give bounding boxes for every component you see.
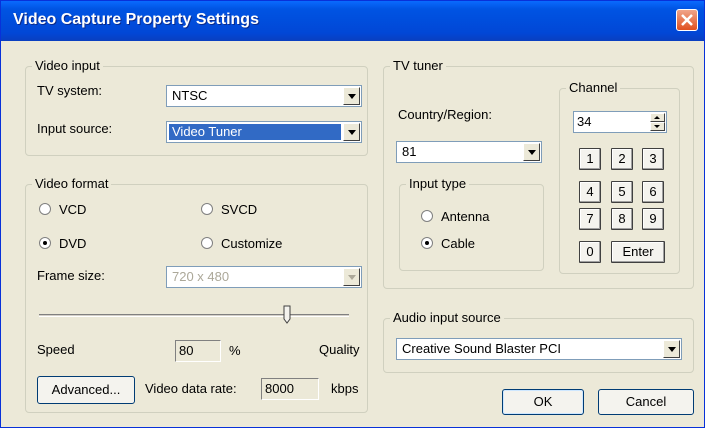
key-4[interactable]: 4 [579, 181, 601, 203]
audio-input-value: Creative Sound Blaster PCI [402, 341, 561, 356]
audio-input-select[interactable]: Creative Sound Blaster PCI [396, 338, 682, 360]
frame-size-label: Frame size: [37, 268, 105, 283]
radio-button[interactable] [39, 237, 51, 249]
key-8[interactable]: 8 [611, 208, 633, 230]
channel-legend: Channel [566, 80, 621, 96]
chevron-down-icon[interactable] [663, 340, 680, 358]
key-0[interactable]: 0 [579, 241, 601, 263]
input-type-group: Input type [399, 176, 544, 271]
quality-slider-track[interactable] [39, 314, 349, 317]
quality-value-field: 80 [175, 340, 221, 362]
key-3[interactable]: 3 [642, 148, 664, 170]
key-6[interactable]: 6 [642, 181, 664, 203]
video-data-rate-label: Video data rate: [145, 381, 237, 396]
chevron-down-icon[interactable] [343, 123, 360, 141]
chevron-down-icon[interactable] [343, 268, 360, 286]
chevron-down-icon[interactable] [523, 143, 540, 161]
radio-label: Customize [221, 236, 283, 251]
input-type-legend: Input type [406, 176, 470, 192]
quality-label: Quality [319, 342, 360, 357]
radio-label: Cable [441, 236, 475, 251]
radio-button[interactable] [39, 203, 51, 215]
input-source-value: Video Tuner [169, 124, 341, 140]
spinner-up-icon[interactable] [650, 113, 665, 122]
percent-unit: % [229, 343, 241, 358]
radio-label: DVD [59, 236, 87, 251]
country-region-select[interactable]: 81 [396, 141, 542, 163]
key-5[interactable]: 5 [611, 181, 633, 203]
video-input-legend: Video input [32, 58, 103, 74]
audio-input-legend: Audio input source [390, 310, 504, 326]
tv-tuner-legend: TV tuner [390, 58, 446, 74]
radio-button[interactable] [201, 237, 213, 249]
cancel-button[interactable]: Cancel [598, 389, 694, 415]
radio-button[interactable] [421, 210, 433, 222]
radio-label: SVCD [221, 202, 258, 217]
channel-value: 34 [577, 114, 592, 129]
enter-key[interactable]: Enter [611, 241, 665, 263]
speed-label: Speed [37, 342, 75, 357]
slider-thumb-icon[interactable] [283, 305, 291, 325]
close-button[interactable] [676, 9, 698, 31]
tv-system-select[interactable]: NTSC [166, 85, 362, 107]
spinner[interactable] [650, 113, 665, 131]
tv-system-value: NTSC [172, 88, 208, 103]
dialog-window: Video Capture Property Settings Video in… [0, 0, 705, 428]
radio-button[interactable] [421, 237, 433, 249]
close-icon [681, 14, 693, 26]
country-region-label: Country/Region: [398, 107, 492, 122]
input-source-select[interactable]: Video Tuner [166, 121, 362, 143]
chevron-down-icon[interactable] [343, 87, 360, 105]
radio-label: VCD [59, 202, 87, 217]
spinner-down-icon[interactable] [650, 122, 665, 131]
radio-button[interactable] [201, 203, 213, 215]
frame-size-value: 720 x 480 [172, 269, 230, 284]
tv-system-label: TV system: [37, 83, 103, 98]
input-source-label: Input source: [37, 121, 113, 136]
window-title: Video Capture Property Settings [13, 11, 259, 28]
channel-spinbox[interactable]: 34 [573, 111, 667, 133]
advanced-button[interactable]: Advanced... [37, 376, 135, 404]
kbps-unit: kbps [331, 381, 359, 396]
key-7[interactable]: 7 [579, 208, 601, 230]
video-data-rate-field: 8000 [261, 378, 319, 400]
key-9[interactable]: 9 [642, 208, 664, 230]
title-bar[interactable]: Video Capture Property Settings [1, 1, 704, 41]
key-2[interactable]: 2 [611, 148, 633, 170]
key-1[interactable]: 1 [579, 148, 601, 170]
ok-button[interactable]: OK [502, 389, 584, 415]
radio-label: Antenna [441, 209, 490, 224]
video-format-legend: Video format [32, 176, 112, 192]
country-region-value: 81 [402, 144, 417, 159]
frame-size-select[interactable]: 720 x 480 [166, 266, 362, 288]
